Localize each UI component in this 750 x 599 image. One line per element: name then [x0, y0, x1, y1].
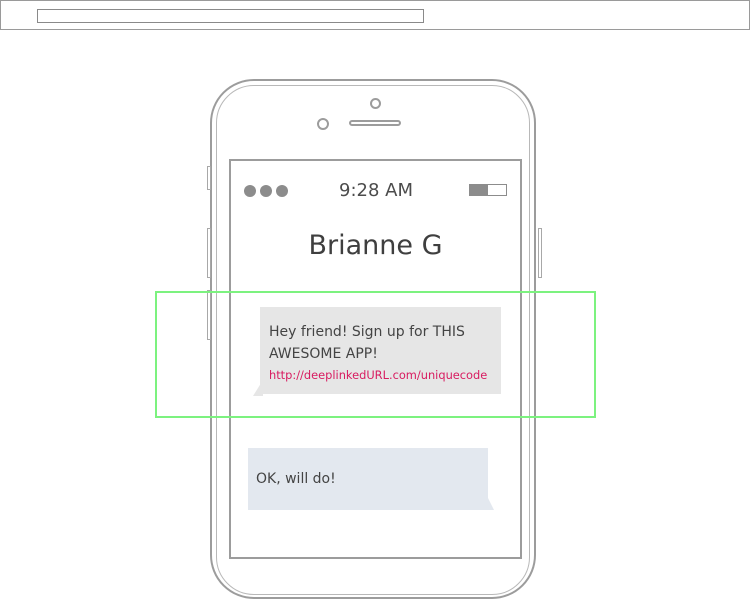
url-field[interactable]: [37, 9, 424, 23]
browser-toolbar: [0, 0, 750, 30]
outgoing-message-bubble: OK, will do!: [248, 448, 488, 510]
signal-dot: [244, 185, 256, 197]
signal-dots-icon: [244, 185, 288, 197]
signal-dot: [276, 185, 288, 197]
power-button: [538, 228, 542, 278]
front-camera-icon: [317, 118, 329, 130]
battery-icon: [469, 184, 507, 196]
outgoing-message-text: OK, will do!: [256, 471, 336, 487]
outgoing-bubble-tail: [486, 494, 494, 510]
earpiece-speaker-icon: [349, 120, 401, 126]
mute-switch: [207, 166, 211, 190]
front-sensor-icon: [370, 98, 381, 109]
battery-level-fill: [470, 185, 488, 195]
signal-dot: [260, 185, 272, 197]
status-bar-time: 9:28 AM: [339, 180, 413, 201]
message-highlight-box: [155, 291, 596, 418]
volume-up-button: [207, 228, 211, 278]
contact-name: Brianne G: [308, 230, 443, 261]
